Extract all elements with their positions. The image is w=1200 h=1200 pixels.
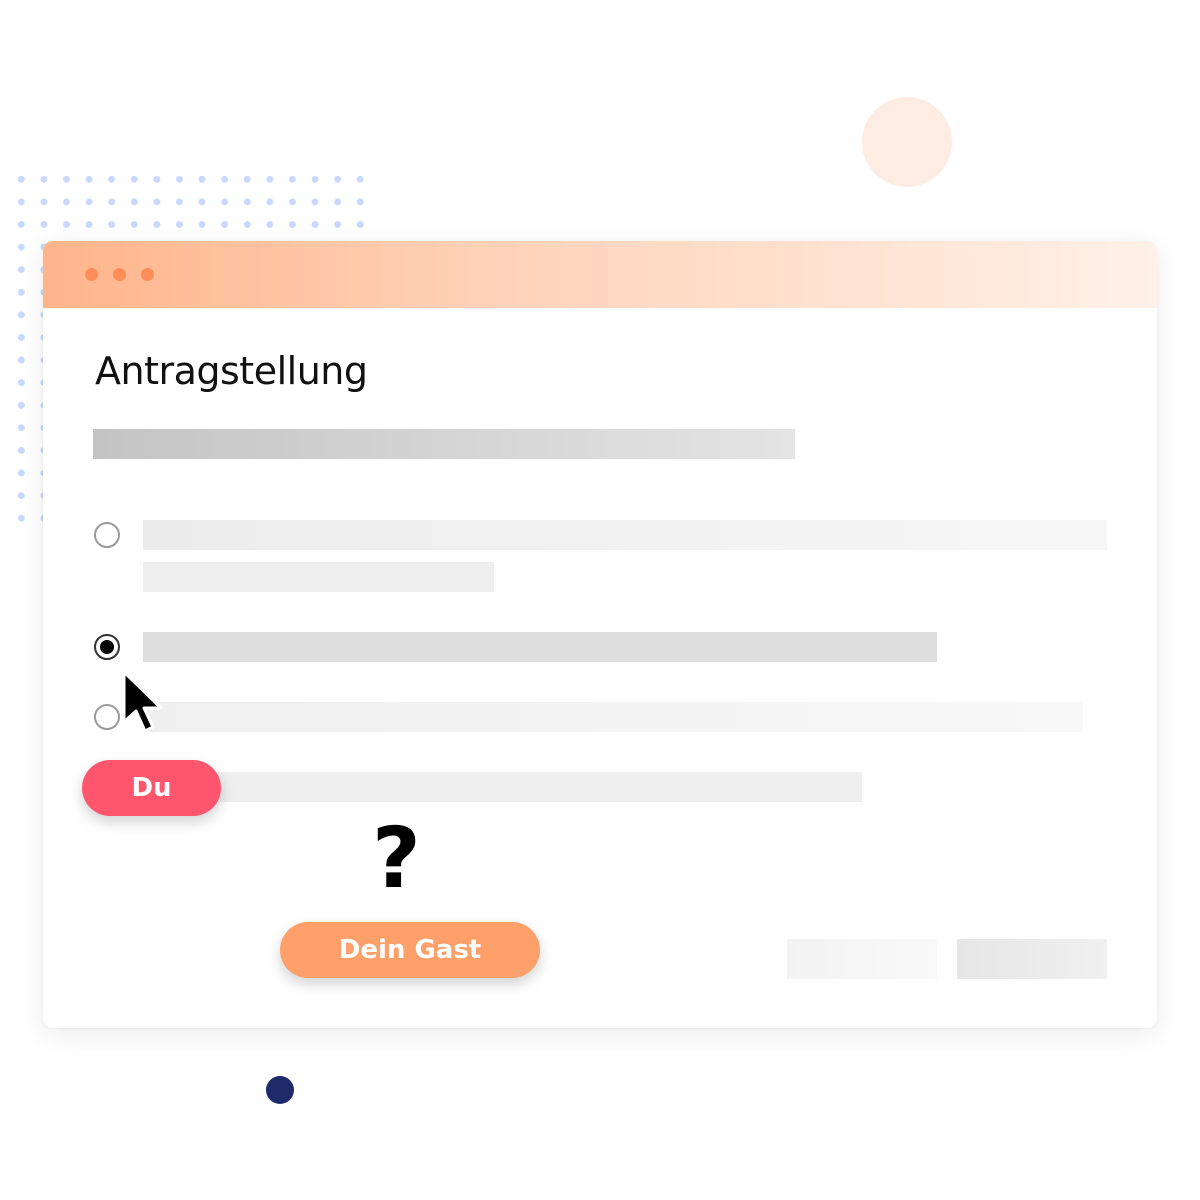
radio-option-2-selected[interactable] (94, 634, 120, 660)
decorative-navy-dot (266, 1076, 294, 1104)
page-title: Antragstellung (95, 349, 368, 393)
radio-option-3[interactable] (94, 704, 120, 730)
option-3-text-placeholder-line2 (143, 772, 862, 802)
decorative-peach-circle (862, 97, 952, 187)
primary-action-button[interactable] (957, 939, 1107, 979)
mouse-cursor-icon (122, 670, 163, 733)
option-2-text-placeholder (143, 632, 937, 662)
window-titlebar (43, 241, 1157, 308)
you-badge: Du (82, 760, 221, 816)
option-1-text-placeholder (143, 520, 1107, 550)
secondary-action-button[interactable] (787, 939, 937, 979)
window-dot-icon[interactable] (141, 268, 154, 281)
placeholder-subtitle-bar (93, 429, 795, 459)
guest-badge: Dein Gast (280, 922, 540, 978)
browser-window: Antragstellung (43, 241, 1157, 1028)
window-dot-icon[interactable] (113, 268, 126, 281)
window-dot-icon[interactable] (85, 268, 98, 281)
radio-option-1[interactable] (94, 522, 120, 548)
option-1-text-placeholder-line2 (143, 562, 494, 592)
option-3-text-placeholder (143, 702, 1083, 732)
question-mark: ? (372, 809, 421, 907)
